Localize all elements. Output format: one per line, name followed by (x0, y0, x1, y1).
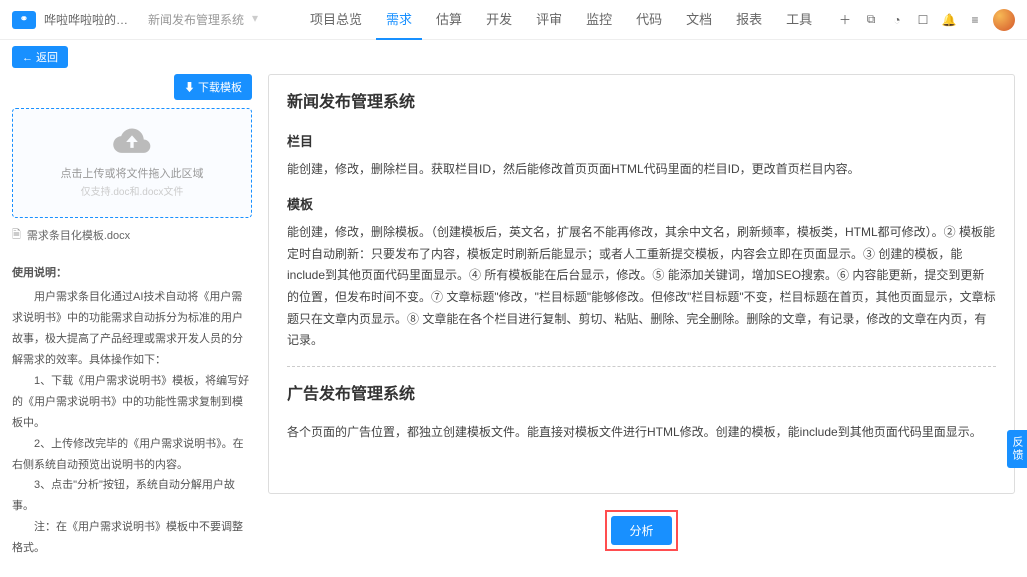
doc-h1: 广告发布管理系统 (287, 381, 996, 410)
nav-item-3[interactable]: 开发 (476, 0, 522, 40)
back-button[interactable]: ← 返回 (12, 46, 68, 68)
nav-tabs: 项目总览需求估算开发评审监控代码文档报表工具 (300, 0, 822, 40)
logo-icon[interactable]: ⚭ (12, 11, 36, 29)
doc-h2: 栏目 (287, 130, 996, 153)
instructions-title: 使用说明： (12, 263, 252, 284)
header: ⚭ 哗啦哗啦啦的团队 ... 新闻发布管理系统 项目总览需求估算开发评审监控代码… (0, 0, 1027, 40)
nav-item-2[interactable]: 估算 (426, 0, 472, 40)
divider (287, 366, 996, 367)
preview-box: 新闻发布管理系统 栏目 能创建，修改，删除栏目。获取栏目ID，然后能修改首页页面… (268, 74, 1015, 494)
right-panel: 新闻发布管理系统 栏目 能创建，修改，删除栏目。获取栏目ID，然后能修改首页页面… (268, 74, 1015, 559)
instruction-line: 1、下载《用户需求说明书》模板，将编写好的《用户需求说明书》中的功能性需求复制到… (12, 371, 252, 434)
file-icon: 🗎 (12, 226, 21, 245)
uploaded-file[interactable]: 🗎 需求条目化模板.docx (12, 226, 252, 245)
nav-item-8[interactable]: 报表 (726, 0, 772, 40)
team-name[interactable]: 哗啦哗啦啦的团队 ... (44, 11, 134, 28)
box-icon[interactable]: ☐ (915, 12, 931, 28)
plus-icon[interactable]: ＋ (837, 12, 853, 28)
doc-para: 能创建，修改，删除模板。（创建模板后，英文名，扩展名不能再修改，其余中文名，刷新… (287, 222, 996, 352)
avatar[interactable] (993, 9, 1015, 31)
stack-icon[interactable]: ⧉ (863, 12, 879, 28)
file-name: 需求条目化模板.docx (27, 227, 130, 243)
upload-hint: 仅支持.doc和.docx文件 (81, 183, 184, 198)
instructions: 使用说明： 用户需求条目化通过AI技术自动将《用户需求说明书》中的功能需求自动拆… (12, 263, 252, 559)
nav-item-5[interactable]: 监控 (576, 0, 622, 40)
nav-item-4[interactable]: 评审 (526, 0, 572, 40)
doc-h1: 新闻发布管理系统 (287, 89, 996, 118)
pie-icon[interactable]: ◔ (889, 12, 905, 28)
nav-item-0[interactable]: 项目总览 (300, 0, 372, 40)
doc-para: 能创建，修改，删除栏目。获取栏目ID，然后能修改首页页面HTML代码里面的栏目I… (287, 159, 996, 181)
upload-dropzone[interactable]: 点击上传或将文件拖入此区域 仅支持.doc和.docx文件 (12, 108, 252, 218)
instruction-line: 3、点击"分析"按钮，系统自动分解用户故事。 (12, 475, 252, 517)
instruction-line: 注：在《用户需求说明书》模板中不要调整格式。 (12, 517, 252, 559)
back-row: ← 返回 (0, 40, 1027, 74)
cloud-upload-icon (112, 127, 152, 157)
project-select[interactable]: 新闻发布管理系统 (142, 9, 262, 30)
nav-item-1[interactable]: 需求 (376, 0, 422, 40)
upload-text: 点击上传或将文件拖入此区域 (61, 165, 204, 181)
instruction-line: 用户需求条目化通过AI技术自动将《用户需求说明书》中的功能需求自动拆分为标准的用… (12, 287, 252, 371)
nav-item-9[interactable]: 工具 (776, 0, 822, 40)
nav-item-7[interactable]: 文档 (676, 0, 722, 40)
feedback-tab[interactable]: 反馈 (1007, 430, 1027, 468)
menu-icon[interactable]: ≡ (967, 12, 983, 28)
instructions-body: 用户需求条目化通过AI技术自动将《用户需求说明书》中的功能需求自动拆分为标准的用… (12, 287, 252, 559)
analyze-highlight: 分析 (605, 510, 677, 551)
nav-item-6[interactable]: 代码 (626, 0, 672, 40)
doc-para: 各个页面的广告位置，都独立创建模板文件。能直接对模板文件进行HTML修改。创建的… (287, 422, 996, 444)
header-icons: ＋ ⧉ ◔ ☐ 🔔 ≡ (837, 9, 1015, 31)
analyze-button[interactable]: 分析 (611, 516, 671, 545)
download-template-button[interactable]: ⬇ 下载模板 (174, 74, 252, 100)
instruction-line: 2、上传修改完毕的《用户需求说明书》。在右侧系统自动预览出说明书的内容。 (12, 434, 252, 476)
main: ⬇ 下载模板 点击上传或将文件拖入此区域 仅支持.doc和.docx文件 🗎 需… (0, 74, 1027, 571)
analyze-row: 分析 (268, 502, 1015, 559)
doc-h2: 模板 (287, 193, 996, 216)
bell-icon[interactable]: 🔔 (941, 12, 957, 28)
left-panel: ⬇ 下载模板 点击上传或将文件拖入此区域 仅支持.doc和.docx文件 🗎 需… (12, 74, 252, 559)
